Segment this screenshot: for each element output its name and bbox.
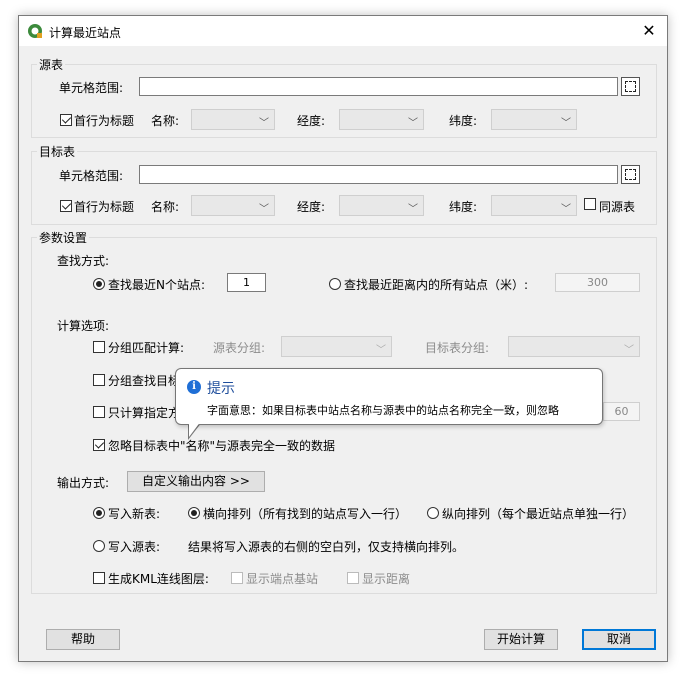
output-mode-label: 输出方式:: [57, 476, 110, 490]
write-source-label: 写入源表:: [108, 540, 161, 554]
target-lat-select[interactable]: ﹀: [491, 195, 577, 216]
source-range-label: 单元格范围:: [59, 81, 124, 95]
same-as-source-checkbox[interactable]: [584, 198, 596, 210]
app-icon: [28, 24, 42, 38]
horizontal-label: 横向排列（所有找到的站点写入一行）: [203, 507, 408, 521]
write-source-note: 结果将写入源表的右侧的空白列，仅支持横向排列。: [188, 540, 465, 554]
write-new-radio[interactable]: [93, 507, 105, 519]
source-name-select[interactable]: ﹀: [191, 109, 275, 130]
only-calc-value: 60: [614, 405, 629, 418]
info-icon: i: [187, 380, 201, 394]
only-calc-checkbox[interactable]: [93, 406, 105, 418]
calc-options-label: 计算选项:: [57, 319, 110, 333]
window-title: 计算最近站点: [49, 26, 122, 40]
find-n-input[interactable]: 1: [227, 273, 266, 292]
target-table-group-label: 目标表: [37, 143, 78, 160]
kml-checkbox[interactable]: [93, 572, 105, 584]
source-group-label: 源表分组:: [213, 341, 266, 355]
target-name-label: 名称:: [151, 200, 180, 214]
horizontal-radio[interactable]: [188, 507, 200, 519]
same-as-source-label: 同源表: [599, 200, 636, 214]
dialog-window: 计算最近站点 ✕ 源表 单元格范围: 首行为标题 名称: ﹀ 经度: ﹀ 纬度:…: [18, 15, 668, 662]
tooltip-text: 字面意思：如果目标表中站点名称与源表中的站点名称完全一致，则忽略: [207, 404, 559, 417]
search-mode-label: 查找方式:: [57, 254, 110, 268]
source-lat-label: 纬度:: [449, 114, 478, 128]
close-icon[interactable]: ✕: [639, 21, 659, 41]
group-find-checkbox[interactable]: [93, 374, 105, 386]
tooltip-tail-inner: [189, 421, 201, 437]
chevron-down-icon: ﹀: [408, 204, 418, 215]
target-header-row-checkbox[interactable]: [60, 200, 72, 212]
group-find-label: 分组查找目标: [108, 374, 181, 388]
show-endpoint-label: 显示端点基站: [246, 572, 319, 586]
target-lat-label: 纬度:: [449, 200, 478, 214]
chevron-down-icon: ﹀: [624, 345, 634, 356]
only-calc-label: 只计算指定方: [108, 406, 181, 420]
source-lon-select[interactable]: ﹀: [339, 109, 424, 130]
target-range-label: 单元格范围:: [59, 169, 124, 183]
find-radius-input[interactable]: 300: [555, 273, 640, 292]
params-group-label: 参数设置: [37, 229, 90, 246]
source-header-row-checkbox[interactable]: [60, 114, 72, 126]
find-radius-radio[interactable]: [329, 278, 341, 290]
source-lat-select[interactable]: ﹀: [491, 109, 577, 130]
show-endpoint-checkbox[interactable]: [231, 572, 243, 584]
source-table-group-label: 源表: [37, 56, 66, 73]
chevron-down-icon: ﹀: [259, 204, 269, 215]
source-range-picker-icon[interactable]: [621, 77, 640, 96]
custom-output-button[interactable]: 自定义输出内容 >>: [127, 471, 265, 492]
target-group-select[interactable]: ﹀: [508, 336, 640, 357]
source-group-select[interactable]: ﹀: [281, 336, 392, 357]
group-match-label: 分组匹配计算:: [108, 341, 185, 355]
vertical-radio[interactable]: [427, 507, 439, 519]
target-lon-select[interactable]: ﹀: [339, 195, 424, 216]
write-new-label: 写入新表:: [108, 507, 161, 521]
start-button[interactable]: 开始计算: [484, 629, 558, 650]
kml-label: 生成KML连线图层:: [108, 572, 209, 586]
target-lon-label: 经度:: [297, 200, 326, 214]
group-match-checkbox[interactable]: [93, 341, 105, 353]
target-name-select[interactable]: ﹀: [191, 195, 275, 216]
find-n-label: 查找最近N个站点:: [108, 278, 206, 292]
target-header-row-label: 首行为标题: [74, 200, 135, 214]
target-range-input[interactable]: [139, 165, 618, 184]
vertical-label: 纵向排列（每个最近站点单独一行）: [442, 507, 635, 521]
write-source-radio[interactable]: [93, 540, 105, 552]
source-lon-label: 经度:: [297, 114, 326, 128]
chevron-down-icon: ﹀: [376, 345, 386, 356]
source-name-label: 名称:: [151, 114, 180, 128]
ignore-same-name-label: 忽略目标表中"名称"与源表完全一致的数据: [108, 439, 336, 453]
source-header-row-label: 首行为标题: [74, 114, 135, 128]
find-n-value: 1: [243, 276, 250, 289]
title-bar: 计算最近站点 ✕: [19, 16, 667, 46]
only-calc-input[interactable]: 60: [603, 402, 640, 421]
find-radius-value: 300: [587, 276, 608, 289]
show-distance-checkbox[interactable]: [347, 572, 359, 584]
ignore-same-name-checkbox[interactable]: [93, 439, 105, 451]
target-group-label: 目标表分组:: [425, 341, 490, 355]
target-range-picker-icon[interactable]: [621, 165, 640, 184]
show-distance-label: 显示距离: [362, 572, 411, 586]
find-radius-label: 查找最近距离内的所有站点（米）:: [344, 278, 529, 292]
chevron-down-icon: ﹀: [259, 118, 269, 129]
chevron-down-icon: ﹀: [408, 118, 418, 129]
cancel-button[interactable]: 取消: [582, 629, 656, 650]
chevron-down-icon: ﹀: [561, 118, 571, 129]
tooltip-title: 提示: [207, 381, 235, 397]
chevron-down-icon: ﹀: [561, 204, 571, 215]
source-range-input[interactable]: [139, 77, 618, 96]
find-n-radio[interactable]: [93, 278, 105, 290]
tooltip-balloon: i 提示 字面意思：如果目标表中站点名称与源表中的站点名称完全一致，则忽略: [175, 368, 603, 425]
help-button[interactable]: 帮助: [46, 629, 120, 650]
